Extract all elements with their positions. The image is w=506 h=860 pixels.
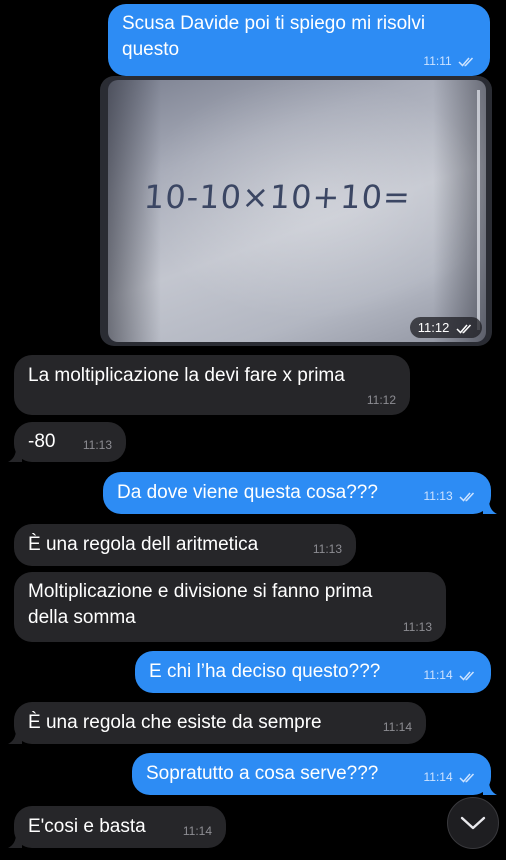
double-check-icon [459,773,475,783]
message-outgoing[interactable]: Da dove viene questa cosa??? 11:13 [103,472,497,514]
message-time: 11:14 [424,770,477,784]
message-outgoing[interactable]: Scusa Davide poi ti spiego mi risolvi qu… [108,4,490,76]
bubble-tail [483,500,497,514]
message-time: 11:13 [82,438,112,452]
message-time: 11:14 [182,824,212,838]
message-outgoing[interactable]: Sopratutto a cosa serve??? 11:14 [132,753,497,795]
message-incoming[interactable]: -80 11:13 [8,422,126,462]
message-text: E'cosi e basta [28,816,146,837]
message-time: 11:13 [402,620,432,634]
bubble-tail [8,730,22,744]
double-check-icon [456,324,472,334]
message-time: 11:14 [382,720,412,734]
message-text: Sopratutto a cosa serve??? [146,763,379,784]
message-incoming[interactable]: È una regola che esiste da sempre 11:14 [8,702,426,744]
double-check-icon [459,671,475,681]
message-incoming[interactable]: È una regola dell aritmetica 11:13 [14,524,356,566]
message-text: È una regola che esiste da sempre [28,712,322,733]
message-incoming[interactable]: Moltiplicazione e divisione si fanno pri… [14,572,446,642]
message-time: 11:14 [424,668,477,682]
chevron-down-icon [460,816,486,830]
message-time: 11:13 [312,542,342,556]
photo-message[interactable]: 10-10×10+10= 11:12 [100,76,492,346]
bubble-tail [483,781,497,795]
photo-time: 11:12 [409,317,482,338]
scroll-down-button[interactable] [447,797,499,849]
message-text: -80 [28,431,56,452]
message-time: 11:12 [366,393,396,407]
double-check-icon [459,492,475,502]
message-text: È una regola dell aritmetica [28,534,259,555]
message-text: Da dove viene questa cosa??? [117,482,378,503]
photo-image: 10-10×10+10= [108,80,486,342]
message-time: 11:11 [423,54,476,68]
message-text: Moltiplicazione e divisione si fanno pri… [28,581,373,628]
message-incoming[interactable]: E'cosi e basta 11:14 [8,806,226,848]
message-incoming[interactable]: La moltiplicazione la devi fare x prima … [14,355,410,415]
message-text: La moltiplicazione la devi fare x prima [28,365,345,386]
handwritten-equation: 10-10×10+10= [142,178,413,216]
bubble-tail [8,448,22,462]
bubble-tail [8,834,22,848]
double-check-icon [458,57,474,67]
message-text: E chi l’ha deciso questo??? [149,661,381,682]
message-outgoing[interactable]: E chi l’ha deciso questo??? 11:14 [135,651,491,693]
message-time: 11:13 [424,489,477,503]
